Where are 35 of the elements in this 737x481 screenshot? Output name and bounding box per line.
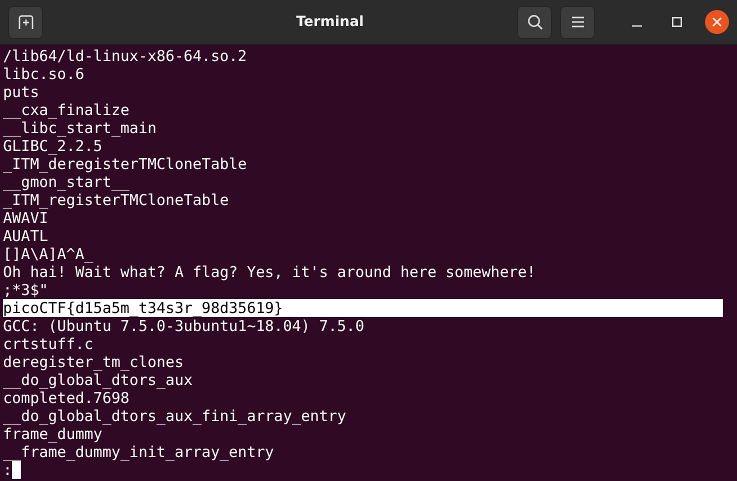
terminal-line: ;*3$" bbox=[3, 281, 50, 299]
terminal-line: __frame_dummy_init_array_entry bbox=[3, 443, 275, 461]
terminal-line: Oh hai! Wait what? A flag? Yes, it's around here somewhere! bbox=[3, 263, 537, 281]
terminal-line: []A\A]A^A_ bbox=[3, 245, 94, 263]
menu-button[interactable] bbox=[560, 6, 595, 38]
terminal-line: /lib64/ld-linux-x86-64.so.2 bbox=[3, 47, 248, 65]
close-icon bbox=[712, 17, 722, 27]
terminal-line: libc.so.6 bbox=[3, 65, 86, 83]
terminal-line: crtstuff.c bbox=[3, 335, 94, 353]
terminal-line: _ITM_registerTMCloneTable bbox=[3, 191, 230, 209]
search-button[interactable] bbox=[517, 6, 552, 38]
text-cursor bbox=[12, 461, 22, 479]
terminal-line: puts bbox=[3, 83, 40, 101]
terminal-line: frame_dummy bbox=[3, 425, 104, 443]
terminal-line: _ITM_deregisterTMCloneTable bbox=[3, 155, 248, 173]
new-tab-icon bbox=[18, 14, 34, 30]
terminal-line: GCC: (Ubuntu 7.5.0-3ubuntu1~18.04) 7.5.0 bbox=[3, 317, 366, 335]
window-title: Terminal bbox=[295, 14, 365, 30]
terminal-line: __cxa_finalize bbox=[3, 101, 130, 119]
terminal-line: __libc_start_main bbox=[3, 119, 158, 137]
terminal-line: completed.7698 bbox=[3, 389, 130, 407]
close-button[interactable] bbox=[705, 10, 729, 34]
pager-prompt: : bbox=[3, 461, 12, 479]
terminal-line: GLIBC_2.2.5 bbox=[3, 137, 104, 155]
menu-icon bbox=[570, 16, 584, 28]
terminal-line: AUATL bbox=[3, 227, 50, 245]
terminal-line: __do_global_dtors_aux bbox=[3, 371, 194, 389]
terminal-line: __gmon_start__ bbox=[3, 173, 130, 191]
terminal-line: AWAVI bbox=[3, 209, 50, 227]
search-icon bbox=[526, 14, 542, 30]
minimize-icon bbox=[632, 25, 642, 27]
maximize-icon bbox=[672, 17, 682, 27]
terminal-line: deregister_tm_clones bbox=[3, 353, 185, 371]
terminal-line: __do_global_dtors_aux_fini_array_entry bbox=[3, 407, 348, 425]
new-tab-button[interactable] bbox=[8, 6, 43, 38]
